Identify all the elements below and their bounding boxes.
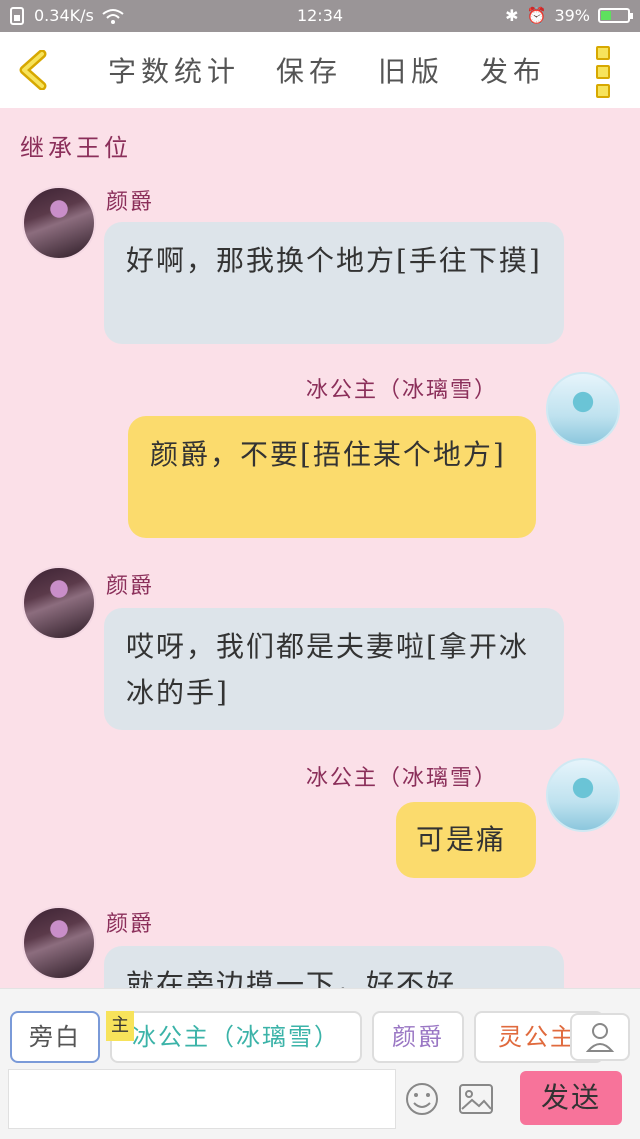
message-bubble[interactable]: 可是痛 <box>396 802 536 878</box>
role-yan-jue[interactable]: 颜爵 <box>372 1011 464 1063</box>
avatar[interactable] <box>22 186 96 260</box>
sender-name: 颜爵 <box>106 574 155 599</box>
back-icon[interactable] <box>16 50 52 90</box>
image-icon[interactable] <box>458 1083 494 1115</box>
battery-percent: 39% <box>554 6 590 25</box>
send-button[interactable]: 发送 <box>520 1071 622 1125</box>
editor-header: 字数统计 保存 旧版 发布 <box>0 32 640 108</box>
publish-button[interactable]: 发布 <box>480 50 546 90</box>
sender-name: 冰公主（冰璃雪） <box>306 766 499 791</box>
battery-icon <box>598 8 633 23</box>
avatar[interactable] <box>22 906 96 980</box>
main-role-tag: 主 <box>106 1011 134 1041</box>
avatar[interactable] <box>22 566 96 640</box>
chapter-title: 继承王位 <box>20 134 132 162</box>
composer-bar: 旁白 冰公主（冰璃雪） 颜爵 灵公主 主 发送 <box>0 988 640 1139</box>
avatar[interactable] <box>546 758 620 832</box>
message-bubble[interactable]: 好啊，那我换个地方[手往下摸] <box>104 222 564 344</box>
role-ice-princess[interactable]: 冰公主（冰璃雪） <box>110 1011 362 1063</box>
sender-name: 颜爵 <box>106 912 155 937</box>
save-button[interactable]: 保存 <box>276 50 342 90</box>
bluetooth-icon: ✱ <box>505 6 519 25</box>
status-bar: 0.34K/s 12:34 ✱ ⏰ 39% <box>0 0 640 32</box>
more-menu-icon[interactable] <box>596 46 614 98</box>
role-selector: 旁白 冰公主（冰璃雪） 颜爵 灵公主 <box>0 1011 640 1063</box>
sender-name: 颜爵 <box>106 190 155 215</box>
emoji-icon[interactable] <box>404 1081 440 1117</box>
avatar[interactable] <box>546 372 620 446</box>
word-count-button[interactable]: 字数统计 <box>108 50 240 90</box>
message-bubble[interactable]: 颜爵，不要[捂住某个地方] <box>128 416 536 538</box>
old-version-button[interactable]: 旧版 <box>378 50 444 90</box>
role-narrator[interactable]: 旁白 <box>10 1011 100 1063</box>
sender-name: 冰公主（冰璃雪） <box>306 378 499 403</box>
alarm-icon: ⏰ <box>526 6 547 25</box>
message-input[interactable] <box>8 1069 396 1129</box>
message-bubble[interactable]: 哎呀，我们都是夫妻啦[拿开冰冰的手] <box>104 608 564 730</box>
user-icon[interactable] <box>570 1013 630 1061</box>
